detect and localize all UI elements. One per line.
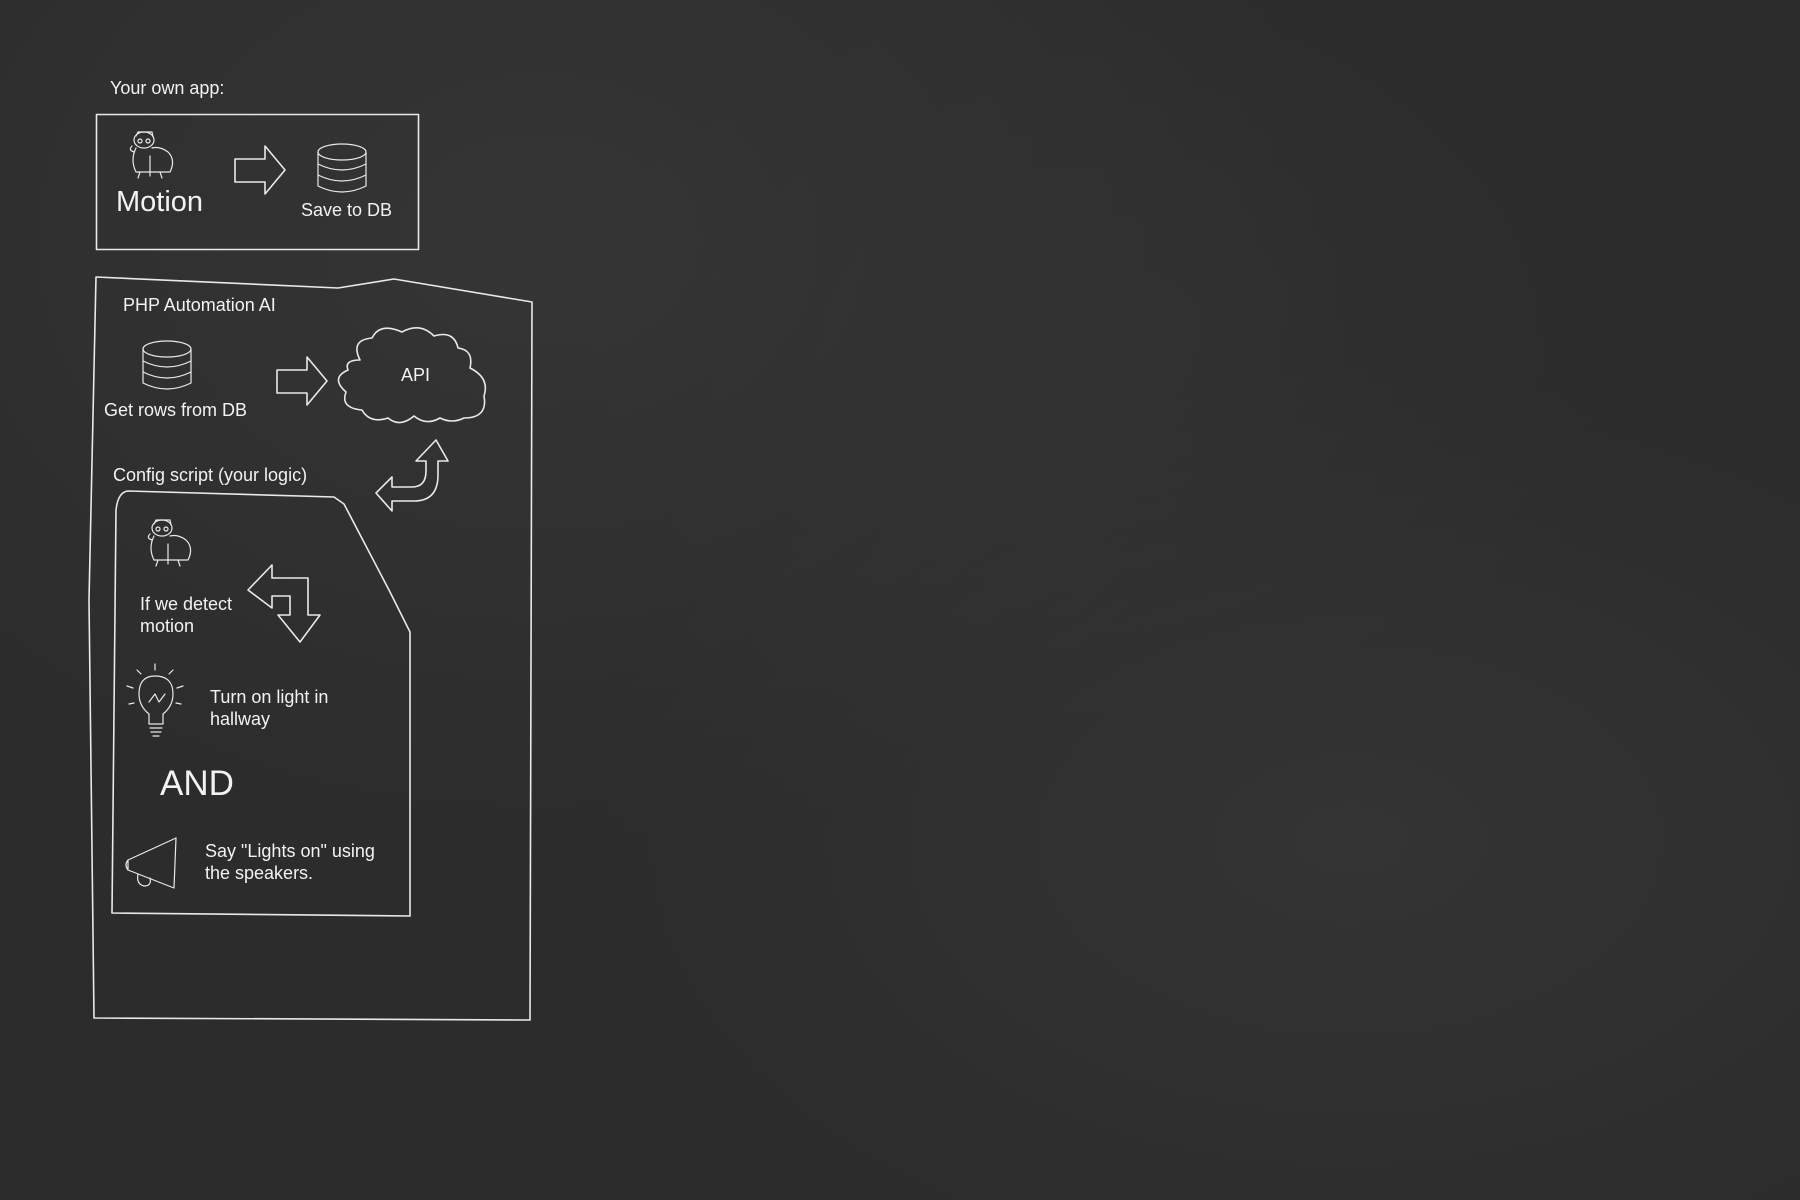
database-icon — [142, 340, 192, 390]
config-heading: Config script (your logic) — [113, 465, 307, 485]
say-line-1: Say "Lights on" using — [205, 841, 375, 861]
automation-section-box — [88, 276, 533, 1021]
get-rows-label: Get rows from DB — [104, 400, 247, 420]
diagram-svg: Your own app: Motion Save to DB PHP Auto… — [88, 78, 533, 1021]
app-section-heading: Your own app: — [110, 78, 224, 98]
light-line-2: hallway — [210, 709, 270, 729]
motion-label: Motion — [116, 186, 203, 218]
api-label: API — [401, 365, 430, 385]
say-line-2: the speakers. — [205, 863, 313, 883]
right-arrow-icon — [234, 145, 286, 195]
detect-line-1: If we detect — [140, 594, 232, 614]
lightbulb-icon — [126, 663, 184, 737]
megaphone-icon — [125, 837, 177, 889]
chalkboard-canvas: Your own app: Motion Save to DB PHP Auto… — [0, 0, 1800, 1200]
light-line-1: Turn on light in — [210, 687, 328, 707]
and-label: AND — [160, 764, 234, 803]
database-icon — [317, 143, 367, 193]
right-arrow-icon — [276, 356, 328, 406]
detect-line-2: motion — [140, 616, 194, 636]
return-arrow-icon — [375, 439, 449, 512]
save-to-db-label: Save to DB — [301, 200, 392, 220]
motion-character-icon — [147, 519, 192, 567]
motion-character-icon — [129, 131, 174, 179]
automation-section-heading: PHP Automation AI — [123, 295, 276, 315]
turn-arrow-icon — [247, 564, 321, 643]
